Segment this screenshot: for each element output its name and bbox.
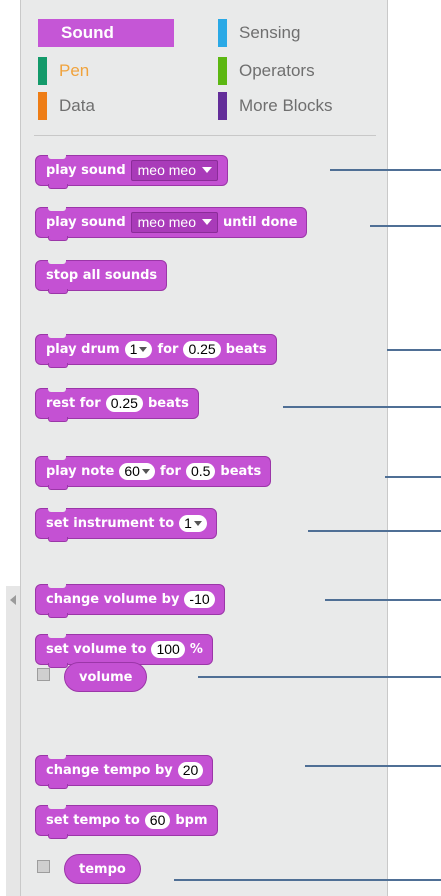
drum-number-input[interactable]: 1 — [124, 341, 153, 358]
tempo-change-value: 20 — [182, 762, 199, 778]
rest-for-block[interactable]: rest for 0.25 beats — [35, 388, 199, 422]
play-note-text: play note — [46, 464, 115, 479]
stop-all-sounds-text: stop all sounds — [46, 268, 158, 283]
play-sound-until-text: play sound — [46, 215, 126, 230]
category-sound-label: Sound — [61, 23, 114, 42]
annotation-line — [198, 676, 441, 678]
collapse-arrow-icon — [10, 595, 16, 605]
category-more-blocks-label: More Blocks — [239, 96, 333, 115]
set-tempo-text: set tempo to — [46, 813, 140, 828]
set-instrument-text: set instrument to — [46, 516, 175, 531]
category-data-label: Data — [59, 96, 95, 115]
set-instrument-block[interactable]: set instrument to 1 — [35, 508, 217, 542]
play-sound-until-done-block[interactable]: play sound meo meo until done — [35, 207, 308, 241]
volume-reporter-text: volume — [79, 669, 133, 685]
instrument-value: 1 — [184, 515, 192, 531]
rest-beats-text: beats — [147, 396, 189, 411]
volume-set-value: 100 — [156, 641, 180, 657]
sound-dropdown-value: meo meo — [137, 162, 196, 178]
volume-change-input[interactable]: -10 — [184, 591, 215, 608]
annotation-line — [283, 406, 441, 408]
dropdown-arrow-icon — [201, 167, 212, 173]
play-drum-beats-text: beats — [225, 342, 267, 357]
annotation-line — [305, 765, 441, 767]
play-note-for-text: for — [159, 464, 181, 479]
tempo-bpm-text: bpm — [175, 813, 208, 828]
annotation-line — [370, 225, 441, 227]
drum-beats-input[interactable]: 0.25 — [183, 341, 221, 358]
volume-percent-text: % — [189, 642, 203, 657]
tempo-reporter-text: tempo — [79, 861, 126, 877]
dropdown-arrow-icon — [139, 347, 148, 352]
data-color-swatch — [38, 92, 47, 120]
play-drum-for-text: for — [157, 342, 179, 357]
dropdown-arrow-icon — [141, 469, 150, 474]
annotation-line — [330, 169, 441, 171]
stop-all-sounds-block[interactable]: stop all sounds — [35, 260, 168, 294]
play-note-beats-text: beats — [220, 464, 262, 479]
change-volume-block[interactable]: change volume by -10 — [35, 584, 225, 618]
change-volume-text: change volume by — [46, 592, 180, 607]
note-beats-value: 0.5 — [190, 463, 211, 479]
tempo-checkbox[interactable] — [37, 860, 50, 873]
instrument-number-input[interactable]: 1 — [179, 515, 207, 532]
annotation-line — [325, 599, 441, 601]
category-sound[interactable]: Sound — [38, 19, 174, 47]
note-value: 60 — [124, 463, 140, 479]
rest-beats-input[interactable]: 0.25 — [105, 395, 143, 412]
volume-value-input[interactable]: 100 — [151, 641, 185, 658]
play-drum-text: play drum — [46, 342, 120, 357]
sound-dropdown[interactable]: meo meo — [130, 160, 218, 181]
volume-change-value: -10 — [189, 591, 210, 607]
note-number-input[interactable]: 60 — [119, 463, 155, 480]
category-sensing-label: Sensing — [239, 23, 301, 42]
change-tempo-block[interactable]: change tempo by 20 — [35, 755, 214, 789]
operators-color-swatch — [218, 57, 227, 85]
tempo-value-input[interactable]: 60 — [144, 812, 171, 829]
note-beats-input[interactable]: 0.5 — [185, 463, 216, 480]
annotation-line — [385, 476, 441, 478]
annotation-line — [308, 530, 441, 532]
volume-reporter-block[interactable]: volume — [64, 662, 148, 692]
annotation-line — [387, 349, 441, 351]
palette-collapse-handle[interactable] — [6, 586, 21, 896]
play-sound-text: play sound — [46, 163, 126, 178]
sound-until-dropdown-value: meo meo — [137, 214, 196, 230]
until-done-text: until done — [222, 215, 298, 230]
play-note-block[interactable]: play note 60 for 0.5 beats — [35, 456, 272, 490]
category-operators-label: Operators — [239, 61, 315, 80]
play-drum-block[interactable]: play drum 1 for 0.25 beats — [35, 334, 277, 368]
rest-beats-value: 0.25 — [110, 395, 138, 411]
more-blocks-color-swatch — [218, 92, 227, 120]
rest-for-text: rest for — [46, 396, 101, 411]
tempo-reporter-block[interactable]: tempo — [64, 854, 141, 884]
category-pen-label: Pen — [59, 61, 90, 80]
category-divider — [34, 135, 376, 136]
set-volume-text: set volume to — [46, 642, 147, 657]
dropdown-arrow-icon — [193, 521, 202, 526]
drum-value: 1 — [129, 341, 138, 357]
sound-until-dropdown[interactable]: meo meo — [130, 212, 218, 233]
tempo-change-input[interactable]: 20 — [177, 762, 204, 779]
sensing-color-swatch — [218, 19, 227, 47]
set-tempo-block[interactable]: set tempo to 60 bpm — [35, 805, 218, 839]
play-sound-block[interactable]: play sound meo meo — [35, 155, 228, 189]
change-tempo-text: change tempo by — [46, 763, 173, 778]
tempo-set-value: 60 — [149, 812, 166, 828]
dropdown-arrow-icon — [201, 219, 212, 225]
drum-beats-value: 0.25 — [188, 341, 216, 357]
pen-color-swatch — [38, 57, 47, 85]
volume-checkbox[interactable] — [37, 668, 50, 681]
set-volume-block[interactable]: set volume to 100 % — [35, 634, 213, 668]
annotation-line — [174, 879, 441, 881]
